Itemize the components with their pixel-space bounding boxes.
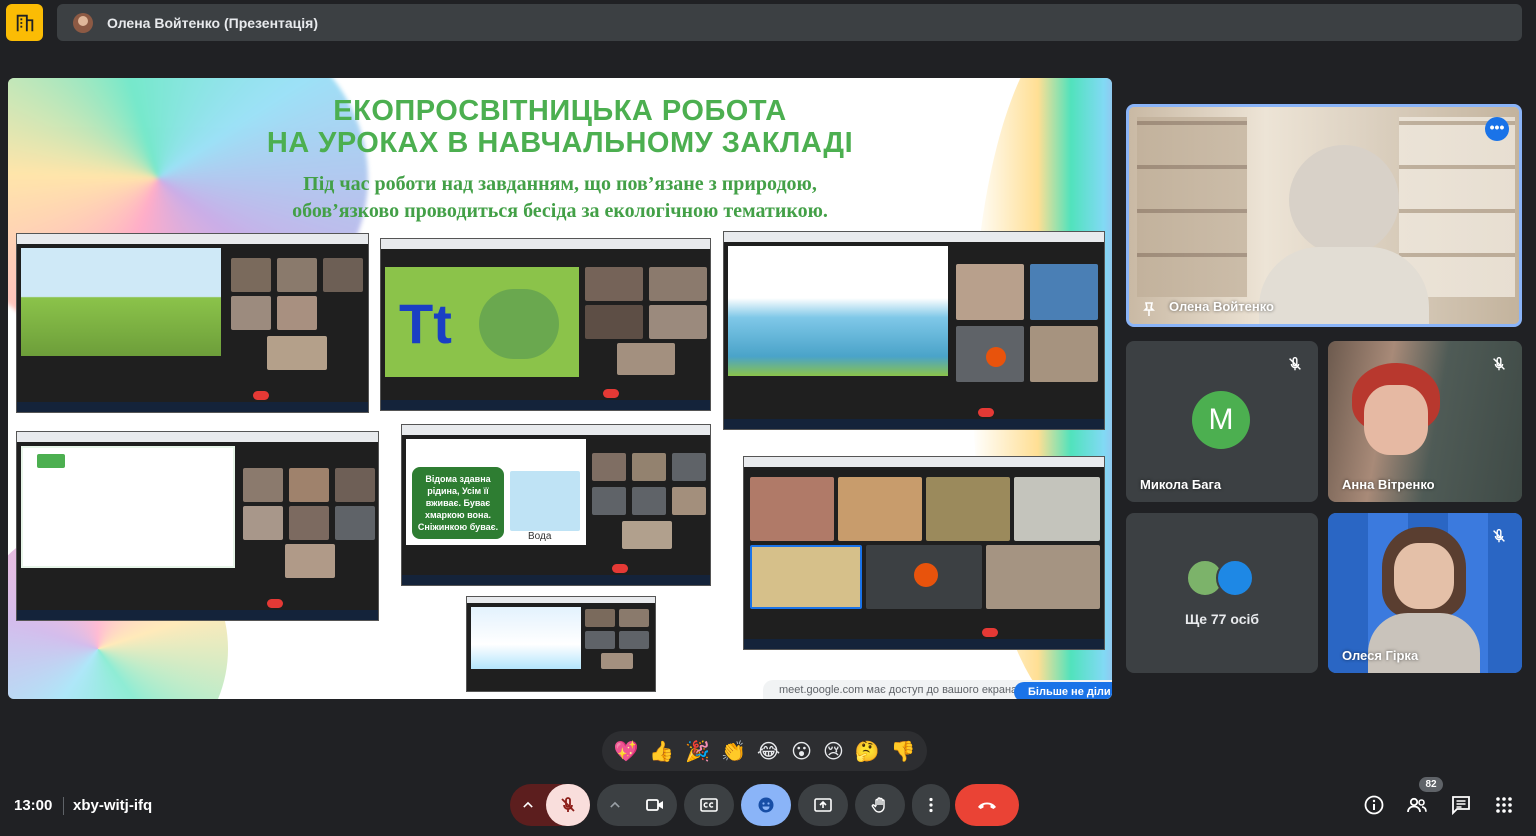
participant-figure <box>1364 385 1428 455</box>
others-count: Ще 77 осіб <box>1184 611 1260 627</box>
riddle-card: Відома здавна рідина, Усім її вживає. Бу… <box>412 467 504 539</box>
mic-group <box>510 784 590 826</box>
participant-tile[interactable]: M Микола Бага <box>1126 341 1318 502</box>
meet-app-icon[interactable] <box>6 4 43 41</box>
people-icon[interactable] <box>1406 794 1428 816</box>
participant-figure <box>1368 613 1480 673</box>
presenter-name: Олена Войтенко (Презентація) <box>107 14 319 31</box>
mic-off-icon <box>561 797 575 812</box>
divider <box>63 797 64 815</box>
participant-name: Олеся Гірка <box>1342 648 1419 663</box>
participant-figure <box>1289 145 1399 255</box>
chevron-up-icon <box>523 801 533 808</box>
video-camera-icon <box>646 799 663 811</box>
reaction-clapping[interactable]: 👏 <box>721 741 746 761</box>
reaction-thumbs-down[interactable]: 👎 <box>891 741 916 761</box>
captions-button[interactable] <box>684 784 734 826</box>
participant-figure <box>1259 247 1429 324</box>
reaction-party-popper[interactable]: 🎉 <box>685 741 710 761</box>
lesson-screenshot <box>743 456 1105 650</box>
mic-toggle-button[interactable] <box>546 784 590 826</box>
slide-title: ЕКОПРОСВІТНИЦЬКА РОБОТА <box>333 95 787 127</box>
hand-icon <box>871 797 885 813</box>
present-screen-icon <box>814 798 832 812</box>
participant-name: Анна Вітренко <box>1342 477 1435 492</box>
avatar: M <box>1192 391 1250 449</box>
others-tile[interactable]: Ще 77 осіб <box>1126 513 1318 673</box>
camera-group <box>597 784 677 826</box>
participant-figure <box>1394 543 1454 609</box>
presenter-avatar <box>73 12 93 33</box>
mic-options-button[interactable] <box>510 784 546 826</box>
lesson-screenshot: Відома здавна рідина, Усім її вживає. Бу… <box>401 424 711 586</box>
chat-icon[interactable] <box>1450 794 1472 816</box>
lesson-screenshot <box>466 596 656 692</box>
meeting-code[interactable]: xby-witj-ifq <box>73 797 152 814</box>
reaction-sparkling-heart[interactable]: 💖 <box>613 741 638 761</box>
present-screen-button[interactable] <box>798 784 848 826</box>
camera-toggle-button[interactable] <box>633 784 677 826</box>
participant-name: Микола Бага <box>1140 477 1222 492</box>
reaction-sad[interactable]: 😢 <box>823 741 844 761</box>
activities-icon[interactable] <box>1493 794 1515 816</box>
hang-up-icon <box>978 802 996 809</box>
bookshelf <box>1137 117 1247 297</box>
others-avatars <box>1186 559 1262 597</box>
presenter-bar: Олена Войтенко (Презентація) <box>57 4 1522 41</box>
more-options-button[interactable] <box>912 784 950 826</box>
slide-title: НА УРОКАХ В НАВЧАЛЬНОМУ ЗАКЛАДІ <box>266 127 854 159</box>
slide-subtitle: Під час роботи над завданням, що пов’яза… <box>303 173 817 195</box>
reactions-button[interactable] <box>741 784 791 826</box>
emoji-icon <box>758 797 774 813</box>
chevron-up-icon <box>610 801 620 808</box>
lesson-screenshot <box>16 431 379 621</box>
more-options-icon[interactable]: ••• <box>1485 117 1509 141</box>
reaction-thinking[interactable]: 🤔 <box>855 741 880 761</box>
reaction-surprised[interactable]: 😮 <box>791 741 812 761</box>
mic-off-icon <box>1493 356 1505 371</box>
slide-subtitle: обов’язково проводиться бесіда за еколог… <box>292 200 828 222</box>
participant-tile[interactable]: Олеся Гірка <box>1328 513 1522 673</box>
participant-tile[interactable]: Анна Вітренко <box>1328 341 1522 502</box>
building-icon <box>16 14 33 31</box>
closed-captions-icon <box>700 798 718 812</box>
participant-name: Олена Войтенко <box>1169 299 1274 314</box>
raise-hand-button[interactable] <box>855 784 905 826</box>
reaction-joy[interactable]: 😂 <box>757 741 780 761</box>
mic-off-icon <box>1493 528 1505 543</box>
camera-options-button[interactable] <box>597 784 633 826</box>
meeting-info-icon[interactable] <box>1363 794 1385 816</box>
stop-sharing-button[interactable]: Більше не діли <box>1014 682 1112 699</box>
more-vertical-icon <box>929 797 933 813</box>
lesson-screenshot <box>16 233 369 413</box>
lesson-screenshot: Tt <box>380 238 711 411</box>
meeting-clock: 13:00 <box>14 797 53 814</box>
tt-letters: Tt <box>399 292 452 355</box>
leave-call-button[interactable] <box>955 784 1019 826</box>
shared-presentation: ЕКОПРОСВІТНИЦЬКА РОБОТА НА УРОКАХ В НАВЧ… <box>8 78 1112 699</box>
reaction-thumbs-up[interactable]: 👍 <box>649 741 674 761</box>
people-count-badge: 82 <box>1419 777 1443 792</box>
riddle-answer: Вода <box>528 531 552 542</box>
pin-icon <box>1143 302 1155 316</box>
lesson-screenshot <box>723 231 1105 430</box>
reactions-bar: 💖 👍 🎉 👏 😂 😮 😢 🤔 👎 <box>602 731 927 771</box>
participant-tile-active[interactable]: ••• Олена Войтенко <box>1126 104 1522 327</box>
mic-off-icon <box>1289 356 1301 371</box>
